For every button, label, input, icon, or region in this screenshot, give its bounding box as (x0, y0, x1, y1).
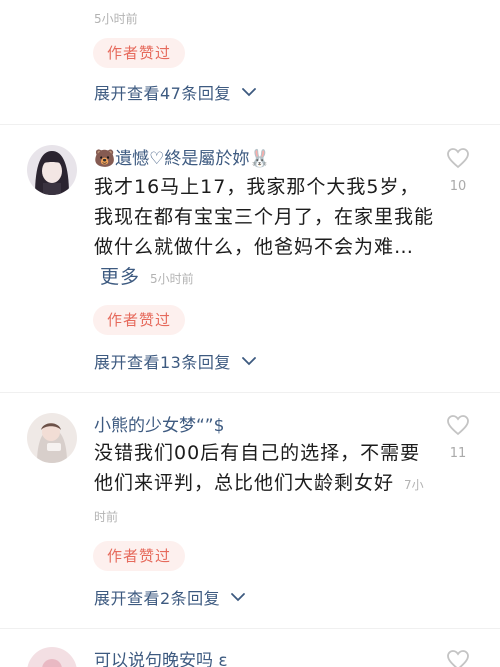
author-praise-badge: 作者赞过 (93, 305, 186, 335)
chevron-down-icon (241, 88, 256, 97)
like-button[interactable]: 11 (446, 414, 470, 461)
divider (0, 392, 500, 393)
expand-replies-label: 展开查看13条回复 (94, 353, 231, 372)
expand-replies-button[interactable]: 展开查看47条回复 (94, 80, 257, 104)
more-link[interactable]: 更多 (100, 266, 140, 288)
avatar[interactable] (27, 647, 77, 667)
avatar[interactable] (27, 145, 77, 195)
expand-replies-label: 展开查看2条回复 (94, 589, 221, 608)
author-praise-badge: 作者赞过 (93, 38, 186, 68)
avatar[interactable] (27, 413, 77, 463)
comment-text: 没错我们00后有自己的选择，不需要他们来评判，总比他们大龄剩女好 7小时前 (94, 438, 434, 532)
heart-icon (447, 650, 469, 667)
like-count: 11 (449, 446, 467, 461)
comment-username[interactable]: 🐻遺憾♡終是屬於妳🐰 (94, 144, 271, 169)
comment-body: 我才16马上17，我家那个大我5岁，我现在都有宝宝三个月了，在家里我能做什么就做… (94, 176, 435, 258)
chevron-down-icon (241, 357, 256, 366)
comment-time: 5小时前 (150, 272, 194, 286)
heart-icon (447, 148, 469, 169)
comment-body: 没错我们00后有自己的选择，不需要他们来评判，总比他们大龄剩女好 (94, 442, 421, 494)
divider (0, 628, 500, 629)
heart-icon (447, 415, 469, 436)
divider (0, 124, 500, 125)
comment-text: 我才16马上17，我家那个大我5岁，我现在都有宝宝三个月了，在家里我能做什么就做… (94, 172, 434, 294)
like-button[interactable] (446, 649, 470, 667)
expand-replies-button[interactable]: 展开查看2条回复 (94, 585, 246, 609)
expand-replies-label: 展开查看47条回复 (94, 84, 231, 103)
like-button[interactable]: 10 (446, 147, 470, 194)
expand-replies-button[interactable]: 展开查看13条回复 (94, 349, 257, 373)
like-count: 10 (449, 179, 467, 194)
chevron-down-icon (231, 593, 246, 602)
comment-time: 5小时前 (94, 12, 138, 26)
comment-username[interactable]: 小熊的少女梦“”$ (94, 411, 224, 436)
author-praise-badge: 作者赞过 (93, 541, 186, 571)
comment-username[interactable]: 可以说句晚安吗 ε (94, 646, 228, 667)
